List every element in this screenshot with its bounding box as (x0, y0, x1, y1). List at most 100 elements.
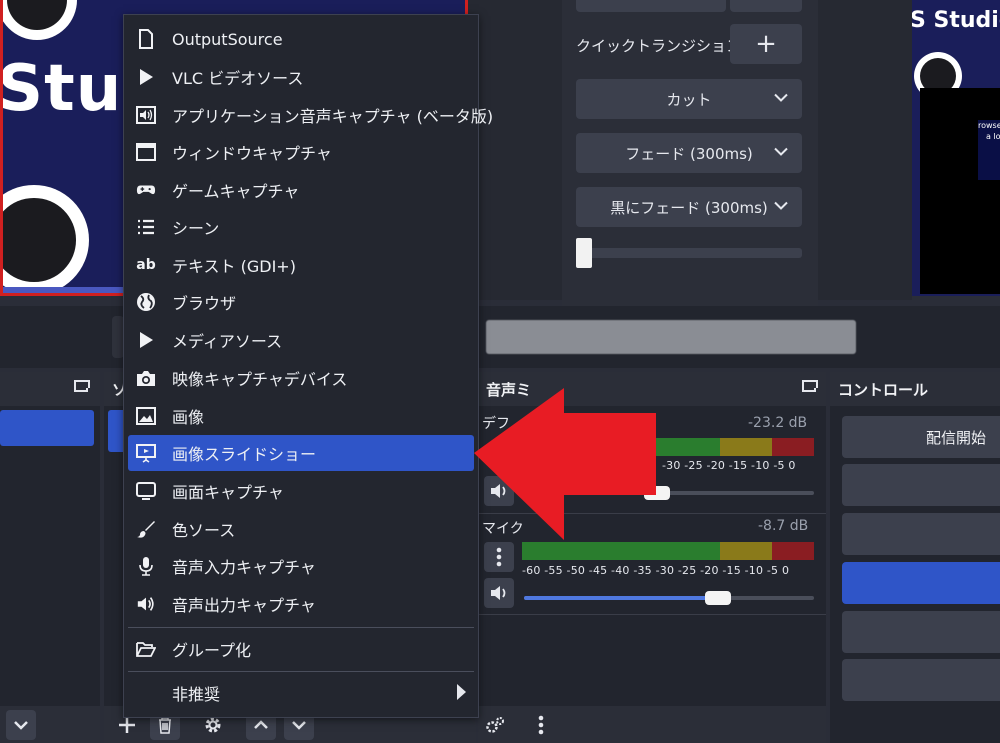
browser-text: rowse (978, 121, 1000, 130)
camera-icon (136, 368, 156, 388)
start-streaming-button[interactable]: 配信開始 (842, 416, 1000, 458)
image-icon (136, 406, 156, 426)
mute-button[interactable] (484, 578, 514, 608)
volume-slider-fill (524, 596, 718, 600)
output-title-text: S Studio (912, 8, 1000, 33)
menu-item-audio-output-capture[interactable]: 音声出力キャプチャ (128, 586, 474, 622)
start-recording-button[interactable] (842, 464, 1000, 506)
transition-option-fade[interactable]: フェード (300ms) (576, 133, 802, 173)
exit-button[interactable] (842, 659, 1000, 701)
mixer-channel-db: -8.7 dB (758, 518, 809, 534)
volume-slider-thumb[interactable] (705, 591, 731, 605)
menu-item-label: 色ソース (172, 521, 236, 540)
globe-icon (136, 292, 156, 312)
transition-slider-track[interactable] (576, 248, 802, 258)
menu-item-label: 映像キャプチャデバイス (172, 370, 348, 389)
menu-item-media-source[interactable]: メディアソース (128, 322, 474, 358)
add-source-menu: OutputSource VLC ビデオソース アプリケーション音声キャプチャ … (123, 14, 493, 718)
folder-open-icon (136, 639, 156, 659)
menu-item-label: 画像 (172, 408, 205, 427)
menu-item-vlc-video-source[interactable]: VLC ビデオソース (128, 59, 474, 95)
transition-option-label: フェード (300ms) (625, 144, 753, 163)
meter-scale: -30 -25 -20 -15 -10 -5 0 (662, 459, 796, 472)
menu-item-deprecated[interactable]: 非推奨 (128, 675, 474, 711)
menu-item-app-audio-capture[interactable]: アプリケーション音声キャプチャ (ベータ版) (128, 97, 493, 133)
menu-item-game-capture[interactable]: ゲームキャプチャ (128, 172, 474, 208)
menu-item-label: 画像スライドショー (172, 445, 317, 464)
float-dock-icon[interactable] (802, 380, 818, 392)
scenes-dock (0, 372, 100, 743)
menu-item-group[interactable]: グループ化 (128, 631, 474, 667)
controls-dock-header: コントロール (830, 372, 1000, 406)
meter-scale: -60 -55 -50 -45 -40 -35 -30 -25 -20 -15 … (522, 564, 790, 577)
browser-text: a lo (986, 132, 1000, 141)
mixer-menu-button[interactable] (526, 710, 556, 740)
menu-item-label: メディアソース (172, 332, 283, 351)
menu-item-label: ゲームキャプチャ (172, 182, 300, 201)
mixer-menu-button[interactable] (484, 542, 514, 572)
chevron-down-icon (774, 92, 788, 107)
menu-item-label: OutputSource (172, 29, 283, 49)
chevron-up-icon (254, 720, 268, 729)
plus-icon (119, 717, 135, 733)
trash-icon (159, 717, 171, 734)
mixer-divider (478, 614, 826, 615)
menu-item-video-capture-device[interactable]: 映像キャプチャデバイス (128, 360, 474, 396)
text-icon: ab (136, 257, 156, 273)
menu-item-label: アプリケーション音声キャプチャ (ベータ版) (172, 107, 494, 126)
monitor-icon (136, 481, 156, 501)
output-black-area (920, 88, 1000, 294)
menu-item-text-gdi[interactable]: ab テキスト (GDI+) (128, 247, 474, 283)
menu-item-label: 音声出力キャプチャ (172, 596, 316, 615)
menu-item-display-capture[interactable]: 画面キャプチャ (128, 473, 474, 509)
app-audio-icon (136, 105, 156, 125)
transition-slider-thumb[interactable] (576, 238, 592, 268)
transition-top-button[interactable] (576, 0, 726, 12)
menu-item-label: グループ化 (172, 641, 252, 660)
menu-item-scene[interactable]: シーン (128, 209, 474, 245)
transition-option-label: 黒にフェード (300ms) (610, 198, 768, 217)
transition-option-label: カット (666, 90, 712, 109)
menu-item-image[interactable]: 画像 (128, 398, 474, 434)
more-vertical-icon (538, 715, 544, 735)
menu-separator (128, 671, 474, 672)
file-icon (136, 29, 156, 49)
menu-item-image-slideshow[interactable]: 画像スライドショー (128, 435, 474, 471)
add-transition-button[interactable]: + (730, 24, 802, 64)
virtual-camera-button[interactable] (842, 513, 1000, 555)
brush-icon (136, 519, 156, 539)
settings-button[interactable] (842, 611, 1000, 653)
gear-icon (205, 717, 221, 733)
preview-gap-right (818, 0, 912, 300)
menu-item-outputsource[interactable]: OutputSource (128, 21, 474, 57)
menu-item-color-source[interactable]: 色ソース (128, 511, 474, 547)
chevron-down-icon (774, 200, 788, 215)
preview-gap (468, 0, 562, 300)
red-arrow-annotation (474, 388, 656, 540)
studio-mode-button[interactable] (842, 562, 1000, 604)
transition-top-button-2[interactable] (730, 0, 802, 12)
chevron-down-icon (292, 721, 306, 730)
chevron-down-icon (14, 721, 28, 730)
mixer-settings-button[interactable] (480, 710, 510, 740)
menu-item-label: VLC ビデオソース (172, 69, 304, 88)
quick-transition-label: クイックトランジション (576, 37, 742, 55)
transition-panel: クイックトランジション + カット フェード (300ms) 黒にフェード (3… (562, 0, 818, 306)
scenes-dock-header (0, 372, 100, 406)
menu-item-audio-input-capture[interactable]: 音声入力キャプチャ (128, 548, 474, 584)
menu-item-label: ウィンドウキャプチャ (172, 144, 332, 163)
speaker-icon (491, 586, 506, 600)
scene-move-down-button[interactable] (6, 710, 36, 740)
list-icon (136, 217, 156, 237)
float-dock-icon[interactable] (74, 380, 90, 392)
transition-option-fade-black[interactable]: 黒にフェード (300ms) (576, 187, 802, 227)
menu-item-label: シーン (172, 219, 220, 238)
play-icon (136, 330, 156, 350)
menu-item-label: 非推奨 (172, 685, 221, 704)
transition-option-cut[interactable]: カット (576, 79, 802, 119)
menu-item-browser[interactable]: ブラウザ (128, 284, 474, 320)
scene-list-item-selected[interactable] (0, 410, 94, 446)
menu-item-window-capture[interactable]: ウィンドウキャプチャ (128, 134, 474, 170)
menu-separator (128, 627, 474, 628)
gears-icon (486, 717, 504, 733)
